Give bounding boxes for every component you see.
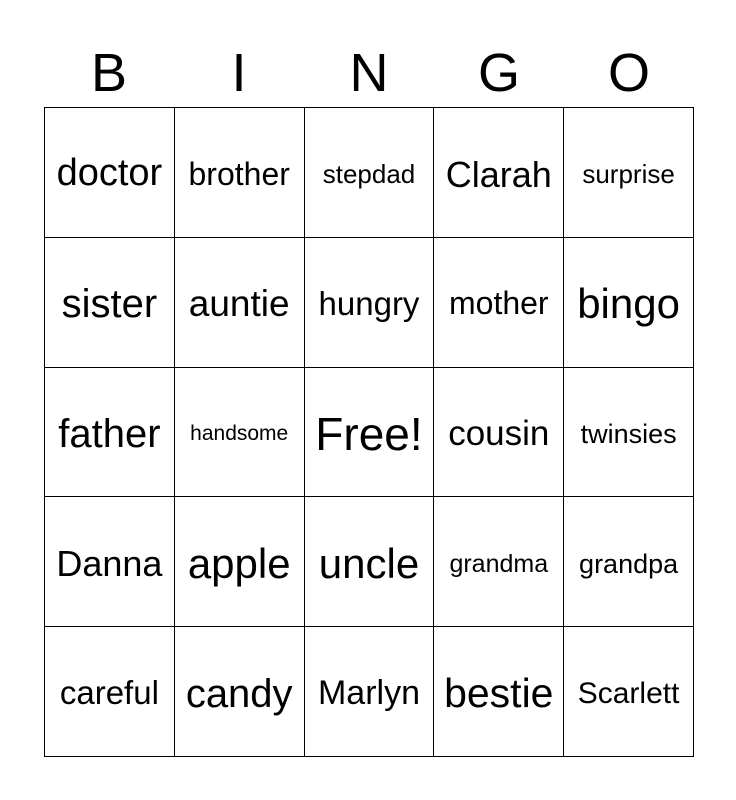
bingo-cell-o2[interactable]: bingo <box>564 237 694 368</box>
bingo-cell-label: apple <box>187 539 291 587</box>
bingo-cell-n2[interactable]: hungry <box>304 237 435 368</box>
bingo-cell-label: sister <box>61 282 158 327</box>
header-letter-n: N <box>349 43 389 103</box>
bingo-cell-i5[interactable]: candy <box>174 627 305 757</box>
bingo-cell-o3[interactable]: twinsies <box>564 367 694 498</box>
bingo-cell-label: bingo <box>577 280 680 328</box>
bingo-cell-o4[interactable]: grandpa <box>564 497 694 628</box>
bingo-cell-o5[interactable]: Scarlett <box>564 627 694 757</box>
bingo-cell-b4[interactable]: Danna <box>45 497 175 628</box>
bingo-cell-label: stepdad <box>322 158 416 189</box>
bingo-cell-o1[interactable]: surprise <box>564 108 694 238</box>
bingo-cell-label: cousin <box>448 413 550 453</box>
bingo-cell-free-space[interactable]: Free! <box>304 367 435 498</box>
bingo-cell-b5[interactable]: careful <box>45 627 175 757</box>
bingo-cell-g3[interactable]: cousin <box>434 367 565 498</box>
bingo-cell-label: candy <box>185 671 293 716</box>
bingo-cell-g4[interactable]: grandma <box>434 497 565 628</box>
bingo-cell-label: surprise <box>582 158 675 189</box>
bingo-cell-label: grandpa <box>579 548 679 579</box>
bingo-cell-label: grandma <box>449 549 549 578</box>
bingo-cell-label: twinsies <box>580 418 677 449</box>
bingo-cell-n5[interactable]: Marlyn <box>304 627 435 757</box>
bingo-cell-label: Scarlett <box>577 676 680 710</box>
bingo-cell-label: hungry <box>318 284 420 322</box>
header-letter-i: I <box>231 43 247 103</box>
header-letter-o: O <box>607 43 650 103</box>
bingo-cell-label: Danna <box>56 542 163 584</box>
bingo-cell-label: mother <box>448 285 549 322</box>
header-letter-b: B <box>90 43 128 103</box>
bingo-card: B I N G O doctor brother stepdad Clarah … <box>0 0 736 800</box>
bingo-cell-n4[interactable]: uncle <box>304 497 435 628</box>
bingo-cell-i4[interactable]: apple <box>174 497 305 628</box>
bingo-grid: doctor brother stepdad Clarah surprise s… <box>44 107 694 757</box>
bingo-cell-label: handsome <box>190 421 289 445</box>
bingo-cell-i1[interactable]: brother <box>174 108 305 238</box>
header-letter-g: G <box>477 43 520 103</box>
bingo-cell-i3[interactable]: handsome <box>174 367 305 498</box>
bingo-header-row: B I N G O <box>44 30 694 102</box>
bingo-cell-label: uncle <box>318 539 420 587</box>
bingo-cell-b2[interactable]: sister <box>45 237 175 368</box>
bingo-cell-n1[interactable]: stepdad <box>304 108 435 238</box>
bingo-cell-label: careful <box>59 674 159 712</box>
bingo-cell-label: father <box>58 411 161 456</box>
bingo-cell-b1[interactable]: doctor <box>45 108 175 238</box>
bingo-cell-b3[interactable]: father <box>45 367 175 498</box>
bingo-cell-label: brother <box>188 155 290 192</box>
bingo-cell-label: Marlyn <box>317 673 420 712</box>
free-space-label: Free! <box>315 407 423 460</box>
bingo-cell-label: bestie <box>444 670 554 717</box>
bingo-cell-label: auntie <box>188 282 290 324</box>
bingo-cell-g2[interactable]: mother <box>434 237 565 368</box>
bingo-cell-i2[interactable]: auntie <box>174 237 305 368</box>
bingo-cell-g1[interactable]: Clarah <box>434 108 565 238</box>
bingo-cell-label: doctor <box>56 152 163 195</box>
bingo-cell-label: Clarah <box>445 153 552 195</box>
bingo-cell-g5[interactable]: bestie <box>434 627 565 757</box>
